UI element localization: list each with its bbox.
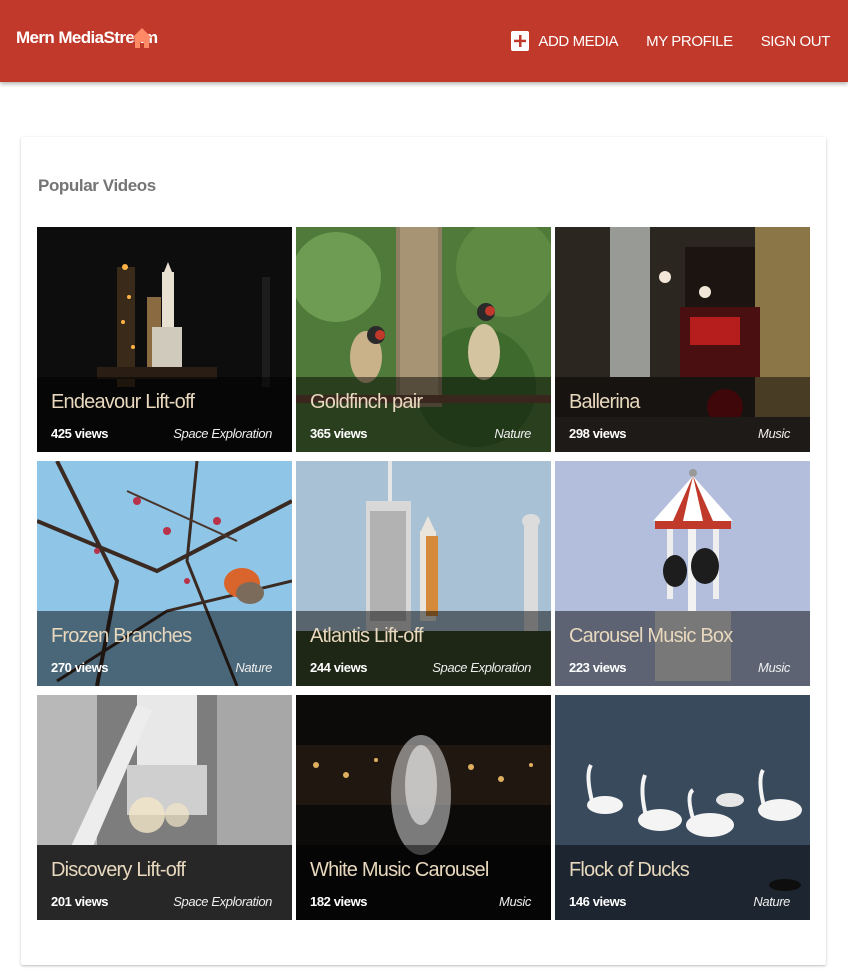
video-title[interactable]: Frozen Branches xyxy=(51,625,192,648)
video-tile[interactable]: Atlantis Lift-off 244 views Space Explor… xyxy=(296,461,551,686)
app-bar: Mern MediaStream ADD MEDIA MY PROFILE SI… xyxy=(0,0,848,82)
video-genre: Space Exploration xyxy=(173,426,272,441)
add-media-label: ADD MEDIA xyxy=(538,32,619,50)
video-title[interactable]: Atlantis Lift-off xyxy=(310,625,424,648)
video-title[interactable]: Endeavour Lift-off xyxy=(51,391,195,414)
video-title[interactable]: Discovery Lift-off xyxy=(51,859,186,882)
video-title[interactable]: Goldfinch pair xyxy=(310,391,423,414)
view-count: 244 views xyxy=(310,660,368,675)
section-title: Popular Videos xyxy=(38,176,156,195)
video-genre: Music xyxy=(758,426,790,441)
my-profile-label: MY PROFILE xyxy=(646,32,733,50)
view-count: 365 views xyxy=(310,426,368,441)
video-genre: Nature xyxy=(494,426,531,441)
add-media-button[interactable]: ADD MEDIA xyxy=(511,31,618,51)
view-count: 182 views xyxy=(310,894,368,909)
video-genre: Space Exploration xyxy=(432,660,531,675)
video-tile[interactable]: White Music Carousel 182 views Music xyxy=(296,695,551,920)
view-count: 223 views xyxy=(569,660,627,675)
video-title[interactable]: Ballerina xyxy=(569,391,640,414)
video-genre: Nature xyxy=(753,894,790,909)
view-count: 425 views xyxy=(51,426,109,441)
add-box-icon xyxy=(511,31,530,51)
video-title[interactable]: Carousel Music Box xyxy=(569,625,733,648)
video-tile[interactable]: Ballerina 298 views Music xyxy=(555,227,810,452)
sign-out-button[interactable]: SIGN OUT xyxy=(760,32,831,50)
sign-out-label: SIGN OUT xyxy=(760,32,831,50)
my-profile-button[interactable]: MY PROFILE xyxy=(646,33,733,50)
video-tile[interactable]: Goldfinch pair 365 views Nature xyxy=(296,227,551,452)
video-tile[interactable]: Frozen Branches 270 views Nature xyxy=(37,461,292,686)
video-title[interactable]: White Music Carousel xyxy=(310,859,489,882)
view-count: 146 views xyxy=(569,894,627,909)
video-tile[interactable]: Flock of Ducks 146 views Nature xyxy=(555,695,810,920)
video-genre: Music xyxy=(499,894,531,909)
view-count: 201 views xyxy=(51,894,109,909)
video-genre: Music xyxy=(758,660,790,675)
video-tile[interactable]: Endeavour Lift-off 425 views Space Explo… xyxy=(37,227,292,452)
video-tile[interactable]: Carousel Music Box 223 views Music xyxy=(555,461,810,686)
video-title[interactable]: Flock of Ducks xyxy=(569,859,690,882)
home-icon[interactable] xyxy=(132,26,152,50)
video-tile[interactable]: Discovery Lift-off 201 views Space Explo… xyxy=(37,695,292,920)
video-genre: Space Exploration xyxy=(173,894,272,909)
top-nav: ADD MEDIA MY PROFILE SIGN OUT xyxy=(483,0,830,82)
video-genre: Nature xyxy=(235,660,272,675)
view-count: 270 views xyxy=(51,660,109,675)
view-count: 298 views xyxy=(569,426,627,441)
